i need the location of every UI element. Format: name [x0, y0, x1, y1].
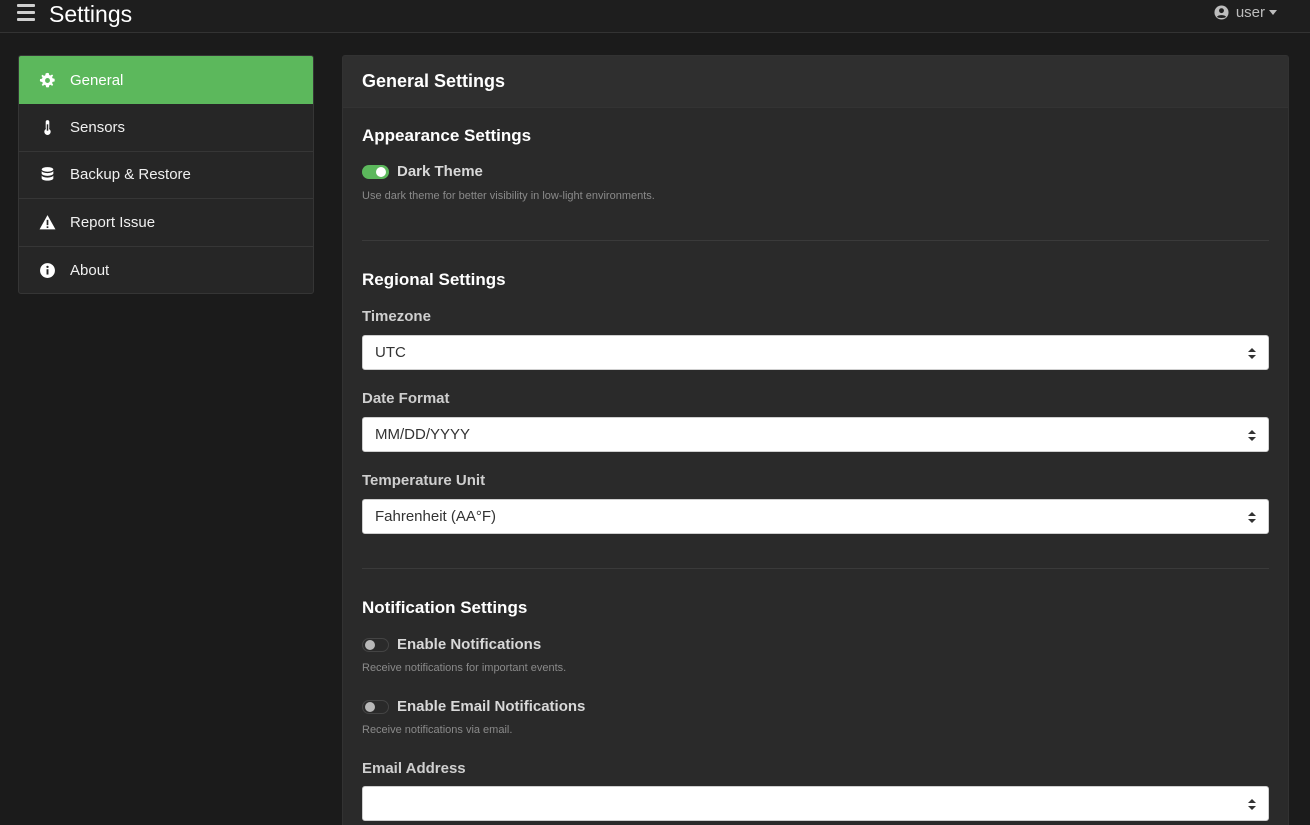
section-divider: [362, 240, 1269, 241]
timezone-label: Timezone: [362, 308, 431, 325]
temperature-unit-value: Fahrenheit (AA°F): [375, 508, 497, 525]
sidebar-item-label: General: [70, 71, 124, 89]
enable-email-label: Enable Email Notifications: [397, 698, 586, 715]
enable-email-toggle[interactable]: [362, 699, 389, 714]
temperature-unit-select[interactable]: Fahrenheit (AA°F): [362, 499, 1269, 534]
dark-theme-help: Use dark theme for better visibility in …: [362, 190, 655, 202]
sidebar-item-general[interactable]: General: [19, 56, 313, 104]
top-navbar: Settings user: [0, 0, 1310, 33]
chevron-down-icon: [1269, 10, 1277, 15]
date-format-value: MM/DD/YYYY: [375, 426, 471, 443]
sidebar-item-label: Backup & Restore: [70, 166, 191, 184]
dark-theme-label: Dark Theme: [397, 163, 483, 180]
email-address-select[interactable]: [362, 786, 1269, 821]
page-title: Settings: [49, 1, 133, 27]
timezone-select[interactable]: UTC: [362, 335, 1269, 370]
sidebar-item-label: Report Issue: [70, 213, 156, 231]
date-format-select[interactable]: MM/DD/YYYY: [362, 417, 1269, 452]
email-address-label: Email Address: [362, 760, 466, 777]
gear-icon: [39, 72, 56, 89]
enable-email-row: Enable Email Notifications: [362, 698, 585, 715]
section-divider: [362, 568, 1269, 569]
hamburger-menu-icon[interactable]: [17, 4, 35, 22]
select-arrows-icon: [1248, 430, 1256, 441]
warning-icon: [39, 214, 56, 231]
date-format-label: Date Format: [362, 390, 450, 407]
enable-email-help: Receive notifications via email.: [362, 724, 513, 736]
appearance-section-title: Appearance Settings: [362, 126, 532, 145]
notification-section-title: Notification Settings: [362, 598, 528, 617]
timezone-value: UTC: [375, 344, 406, 361]
sidebar-item-sensors[interactable]: Sensors: [19, 104, 313, 152]
sidebar-item-about[interactable]: About: [19, 247, 313, 294]
dark-theme-toggle[interactable]: [362, 164, 389, 179]
dark-theme-toggle-row: Dark Theme: [362, 163, 483, 180]
card-header: General Settings: [343, 56, 1288, 108]
sidebar-item-label: Sensors: [70, 118, 126, 136]
database-icon: [39, 166, 56, 183]
temperature-unit-label: Temperature Unit: [362, 472, 486, 489]
sidebar-item-report-issue[interactable]: Report Issue: [19, 199, 313, 247]
user-menu-dropdown[interactable]: user: [1214, 4, 1277, 21]
enable-notifications-help: Receive notifications for important even…: [362, 662, 567, 674]
card-title: General Settings: [362, 71, 506, 91]
user-name: user: [1235, 4, 1265, 21]
sidebar-item-backup-restore[interactable]: Backup & Restore: [19, 152, 313, 199]
enable-notifications-label: Enable Notifications: [397, 636, 542, 653]
user-circle-icon: [1214, 5, 1229, 20]
info-icon: [39, 262, 56, 279]
sidebar-item-label: About: [70, 261, 110, 279]
enable-notifications-toggle[interactable]: [362, 637, 389, 652]
settings-sidebar: General Sensors Backup & Restore Report …: [18, 55, 314, 294]
select-arrows-icon: [1248, 799, 1256, 810]
general-settings-card: General Settings Appearance Settings Dar…: [342, 55, 1289, 825]
select-arrows-icon: [1248, 348, 1256, 359]
thermometer-icon: [39, 119, 56, 136]
select-arrows-icon: [1248, 512, 1256, 523]
regional-section-title: Regional Settings: [362, 270, 506, 289]
enable-notifications-row: Enable Notifications: [362, 636, 541, 653]
